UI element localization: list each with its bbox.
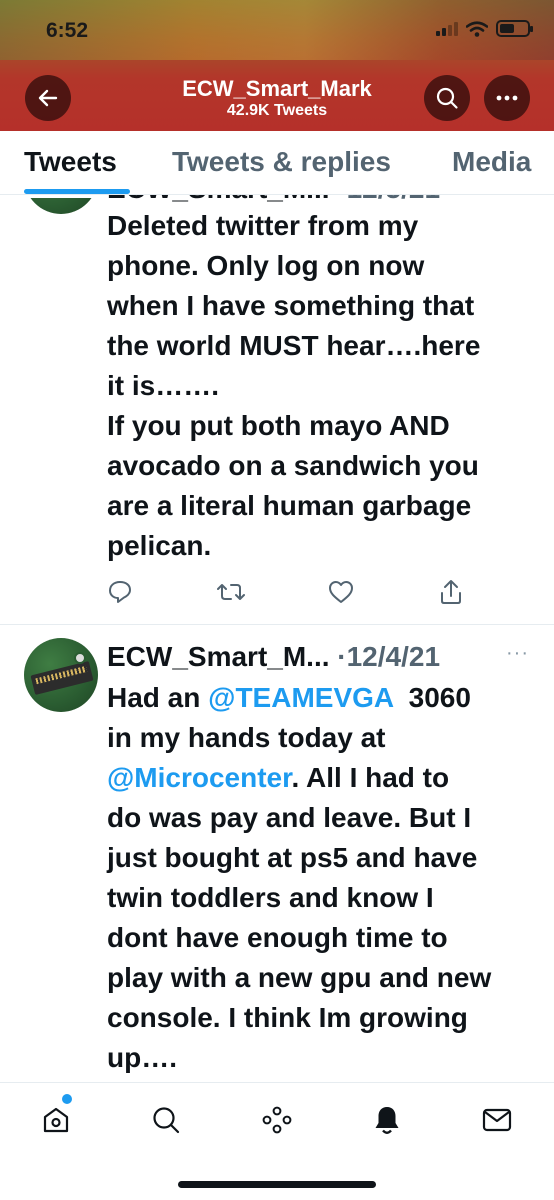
- nav-messages[interactable]: [477, 1100, 517, 1140]
- tweet-text-line: console. I think Im growing: [107, 1002, 468, 1033]
- tweet-text-line: twin toddlers and know I: [107, 882, 434, 913]
- profile-name-title: ECW_Smart_Mark: [182, 76, 372, 101]
- tab-media[interactable]: Media: [452, 146, 531, 178]
- messages-mail-icon: [482, 1108, 512, 1132]
- tab-tweets-and-replies[interactable]: Tweets & replies: [172, 146, 391, 178]
- retweet-icon: [217, 584, 245, 600]
- tweet-author-name[interactable]: ECW_Smart_M...: [107, 641, 330, 672]
- status-time: 6:52: [46, 19, 89, 42]
- tweet-text-segment: Had an: [107, 682, 209, 713]
- tweet-text-line: it is…….: [107, 370, 220, 401]
- tweet-text-line: do was pay and leave. But I: [107, 802, 472, 833]
- tweet-text-line: play with a new gpu and new: [107, 962, 492, 993]
- nav-home[interactable]: [36, 1100, 76, 1140]
- wifi-icon: [466, 20, 488, 37]
- tweet-text-line: phone. Only log on now: [107, 250, 425, 281]
- mention-link[interactable]: @Microcenter: [107, 762, 291, 793]
- search-icon: [436, 87, 458, 109]
- tweet-text-segment: 3060: [393, 682, 471, 713]
- home-indicator-bar[interactable]: [178, 1181, 376, 1188]
- like-button[interactable]: [326, 577, 356, 607]
- nav-notifications[interactable]: [367, 1100, 407, 1140]
- more-button[interactable]: [484, 75, 530, 121]
- cellular-signal-icon: [436, 21, 458, 36]
- tweet-text-segment: . All I had to: [291, 762, 450, 793]
- tweet-text-line: the world MUST hear….here: [107, 330, 481, 361]
- tweet-date[interactable]: ·12/4/21: [337, 641, 440, 672]
- more-horizontal-icon: [496, 95, 518, 101]
- mention-link[interactable]: @TEAMEVGA: [208, 682, 393, 713]
- tweet-text-line: Deleted twitter from my: [107, 210, 419, 241]
- tweet-text-line: If you put both mayo AND: [107, 410, 450, 441]
- status-icons: [436, 20, 533, 37]
- tweet-divider: [0, 624, 554, 625]
- tweet-date[interactable]: ·12/5/21: [337, 195, 440, 203]
- tweet-text: Had an @TEAMEVGA 3060 in my hands today …: [107, 678, 547, 1078]
- tweet-header-clipped: ECW_Smart_M... ·12/5/21: [0, 195, 554, 203]
- tweet-text: Deleted twitter from my phone. Only log …: [107, 206, 527, 566]
- nav-search[interactable]: [146, 1100, 186, 1140]
- retweet-button[interactable]: [216, 577, 246, 607]
- tweet-text-line: in my hands today at: [107, 722, 386, 753]
- active-tab-indicator: [24, 189, 130, 194]
- tweet-text-line: pelican.: [107, 530, 212, 561]
- reply-button[interactable]: [105, 577, 135, 607]
- avatar[interactable]: [24, 638, 98, 712]
- share-button[interactable]: [436, 577, 466, 607]
- tweet-text-line: avocado on a sandwich you: [107, 450, 479, 481]
- tweet-text-line: dont have enough time to: [107, 922, 448, 953]
- tweet-text-line: when I have something that: [107, 290, 475, 321]
- tweet-text-line: just bought at ps5 and have: [107, 842, 478, 873]
- tweet-actions: [0, 577, 554, 609]
- tab-tweets[interactable]: Tweets: [24, 146, 117, 178]
- search-icon: [153, 1107, 180, 1134]
- tweet-text-line: are a literal human garbage: [107, 490, 472, 521]
- tweet-count: 42.9K Tweets: [226, 102, 328, 119]
- battery-icon: [496, 20, 533, 37]
- home-notification-dot: [62, 1094, 72, 1104]
- home-icon: [43, 1107, 69, 1133]
- search-button[interactable]: [424, 75, 470, 121]
- reply-icon: [109, 581, 131, 603]
- spaces-icon: [262, 1106, 292, 1134]
- share-icon: [441, 580, 461, 604]
- tweet-author-name[interactable]: ECW_Smart_M...: [107, 195, 330, 203]
- notifications-bell-icon: [375, 1107, 399, 1134]
- tweet-text-line: up….: [107, 1042, 177, 1073]
- tweet-more-menu[interactable]: ···: [506, 642, 529, 665]
- profile-header: 6:52 ECW_Smart_Mark 42.9K Tweets: [0, 0, 554, 131]
- like-icon: [329, 581, 353, 603]
- nav-spaces[interactable]: [257, 1100, 297, 1140]
